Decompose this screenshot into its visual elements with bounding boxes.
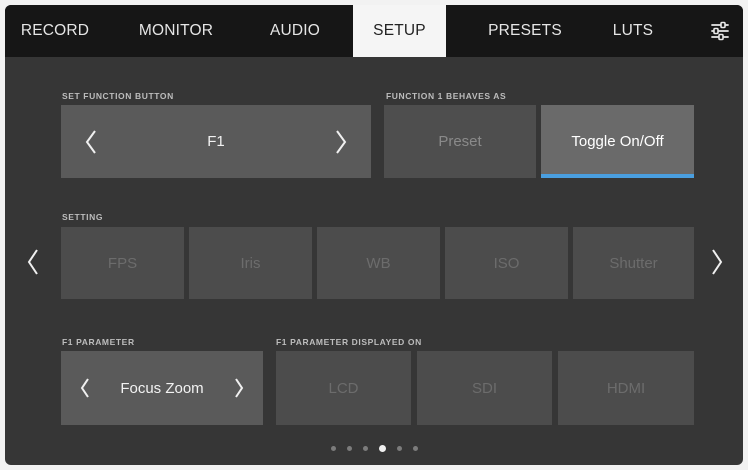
preset-option-button[interactable]: Preset <box>384 105 536 178</box>
parameter-prev-button[interactable] <box>67 351 103 425</box>
page-dot-active[interactable] <box>378 445 386 452</box>
page-dot[interactable] <box>330 446 336 451</box>
page-indicator <box>5 445 743 453</box>
display-option-sdi[interactable]: SDI <box>417 351 552 425</box>
chevron-left-icon <box>80 378 89 398</box>
page-dot[interactable] <box>346 446 352 451</box>
chevron-right-icon <box>336 129 347 154</box>
page-dot[interactable] <box>412 446 418 451</box>
function-button-value: F1 <box>207 133 225 150</box>
settings-sliders-button[interactable] <box>697 5 743 57</box>
setup-screen: RECORD MONITOR AUDIO SETUP PRESETS LUTS … <box>5 5 743 465</box>
setting-option-wb[interactable]: WB <box>317 227 440 299</box>
f1-parameter-selector: Focus Zoom <box>61 351 263 425</box>
function-next-button[interactable] <box>319 105 363 178</box>
behaves-as-label: FUNCTION 1 BEHAVES AS <box>386 91 507 101</box>
tab-record[interactable]: RECORD <box>5 5 105 57</box>
chevron-right-icon <box>235 378 244 398</box>
function-button-selector: F1 <box>61 105 371 178</box>
displayed-on-label: F1 PARAMETER DISPLAYED ON <box>276 337 422 347</box>
display-option-lcd[interactable]: LCD <box>276 351 411 425</box>
function-prev-button[interactable] <box>69 105 113 178</box>
sliders-icon <box>711 21 729 41</box>
setting-option-label: ISO <box>493 254 520 272</box>
toggle-on-off-option-button[interactable]: Toggle On/Off <box>541 105 694 178</box>
parameter-next-button[interactable] <box>221 351 257 425</box>
setting-option-shutter[interactable]: Shutter <box>573 227 694 299</box>
toggle-on-off-option-label: Toggle On/Off <box>571 133 664 150</box>
tab-setup[interactable]: SETUP <box>353 5 446 57</box>
tab-presets[interactable]: PRESETS <box>471 5 579 57</box>
page-dot[interactable] <box>396 446 402 451</box>
setting-option-fps[interactable]: FPS <box>61 227 184 299</box>
display-option-label: HDMI <box>606 379 646 397</box>
setting-option-label: WB <box>366 254 391 272</box>
setting-prev-button[interactable] <box>13 227 53 297</box>
setting-option-label: Shutter <box>609 254 658 272</box>
page-dot[interactable] <box>362 446 368 451</box>
display-option-label: SDI <box>471 379 497 397</box>
set-function-button-label: SET FUNCTION BUTTON <box>62 91 174 101</box>
tab-audio[interactable]: AUDIO <box>249 5 341 57</box>
tab-monitor[interactable]: MONITOR <box>117 5 235 57</box>
setting-option-label: FPS <box>107 254 138 272</box>
setting-option-iso[interactable]: ISO <box>445 227 568 299</box>
setting-option-iris[interactable]: Iris <box>189 227 312 299</box>
chevron-right-icon <box>712 249 723 275</box>
tab-bar: RECORD MONITOR AUDIO SETUP PRESETS LUTS <box>5 5 743 57</box>
chevron-left-icon <box>85 129 96 154</box>
f1-parameter-label: F1 PARAMETER <box>62 337 135 347</box>
f1-parameter-value: Focus Zoom <box>120 379 204 397</box>
setting-label: SETTING <box>62 212 104 222</box>
setting-option-label: Iris <box>240 254 261 272</box>
setting-next-button[interactable] <box>697 227 737 297</box>
tab-luts[interactable]: LUTS <box>593 5 673 57</box>
chevron-left-icon <box>27 249 38 275</box>
display-option-hdmi[interactable]: HDMI <box>558 351 694 425</box>
preset-option-label: Preset <box>438 133 482 150</box>
selected-indicator <box>541 174 694 178</box>
display-option-label: LCD <box>328 379 359 397</box>
